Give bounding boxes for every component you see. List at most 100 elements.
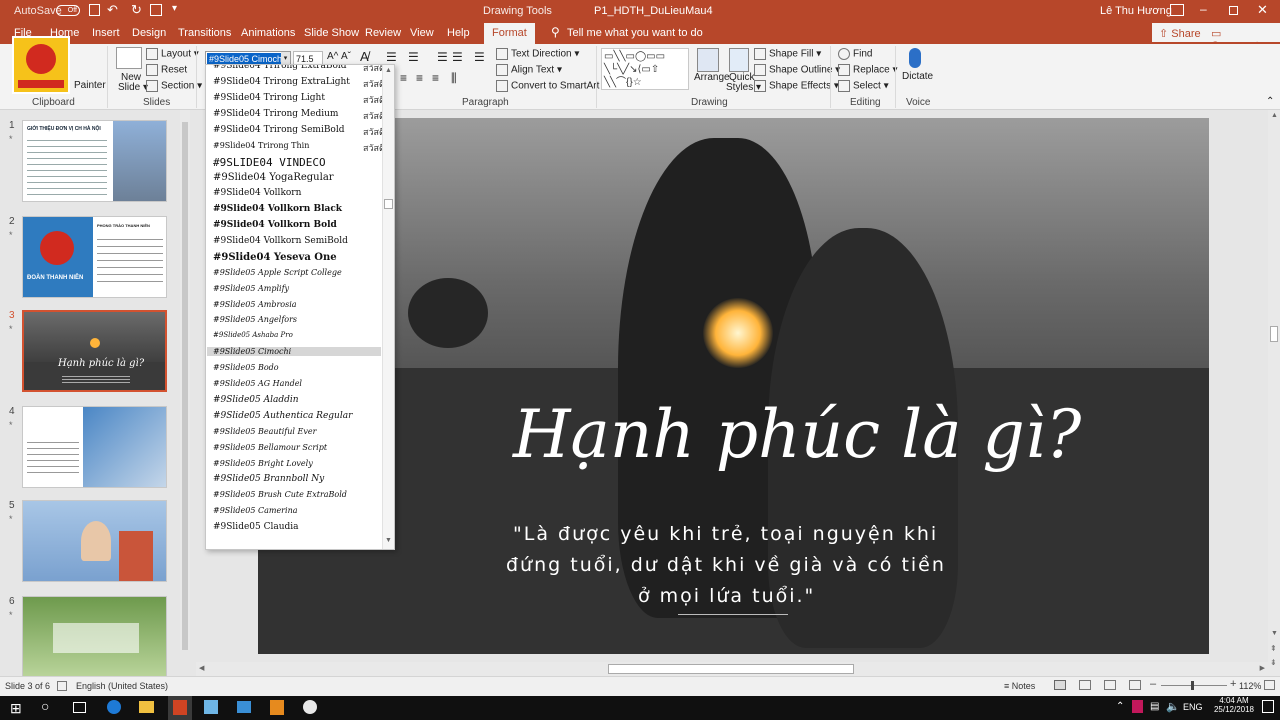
vertical-scrollbar[interactable]: ▲ ▼ ⇞ ⇟: [1268, 110, 1280, 676]
font-list-item[interactable]: #9Slide05 Bodo: [213, 363, 279, 372]
undo-icon[interactable]: ↶: [107, 2, 118, 18]
tab-help[interactable]: Help: [447, 27, 470, 39]
font-list-item[interactable]: #9Slide04 Trirong ExtraLight สวัสดี: [213, 77, 385, 90]
tab-insert[interactable]: Insert: [92, 27, 120, 39]
convert-smartart-button[interactable]: Convert to SmartArt ▾: [496, 80, 607, 92]
file-explorer-icon[interactable]: [139, 701, 154, 713]
zoom-out-icon[interactable]: –: [1150, 678, 1156, 690]
slide-thumbnail-1[interactable]: GIỚI THIỆU ĐƠN VỊ CH HÀ NỘI: [22, 120, 167, 202]
font-list-item[interactable]: #9Slide05 Brush Cute ExtraBold: [213, 490, 347, 499]
close-icon[interactable]: ✕: [1257, 2, 1268, 18]
app-icon[interactable]: [303, 700, 317, 714]
slide[interactable]: Hạnh phúc là gì? "Là được yêu khi trẻ, t…: [258, 118, 1209, 654]
font-list-item[interactable]: #9Slide04 Vollkorn SemiBold: [213, 236, 348, 246]
align-center-icon[interactable]: ≡: [400, 71, 407, 85]
task-view-icon[interactable]: [73, 702, 86, 713]
font-list-item[interactable]: #9Slide04 YogaRegular: [213, 172, 334, 183]
font-list-item[interactable]: #9Slide05 Ashaba Pro: [213, 331, 293, 339]
justify-icon[interactable]: ≡: [432, 71, 439, 85]
scroll-down-icon[interactable]: ▼: [385, 537, 392, 544]
select-button[interactable]: Select ▾: [838, 80, 889, 92]
font-list-item[interactable]: #9Slide05 Authentica Regular: [213, 411, 352, 421]
zoom-level[interactable]: 112%: [1239, 681, 1261, 691]
input-language[interactable]: ENG: [1183, 702, 1203, 712]
slide-sorter-icon[interactable]: [1079, 680, 1091, 690]
slide-thumbnail-6[interactable]: [22, 596, 167, 678]
autosave-toggle[interactable]: Off: [56, 5, 80, 16]
font-list-item[interactable]: #9SLIDE04 VINDECO: [213, 156, 326, 169]
pdf-app-icon[interactable]: [270, 700, 284, 715]
font-list-item[interactable]: #9Slide05 AG Handel: [213, 379, 302, 388]
replace-button[interactable]: Replace ▾: [838, 64, 898, 76]
notifications-icon[interactable]: [1262, 700, 1274, 713]
font-list-item[interactable]: #9Slide04 Trirong Thin สวัสดี: [213, 141, 385, 154]
arrange-icon[interactable]: [697, 48, 719, 72]
decrease-font-icon[interactable]: Aˇ: [341, 51, 351, 62]
tab-transitions[interactable]: Transitions: [178, 27, 231, 39]
tray-app-icon[interactable]: [1132, 700, 1143, 713]
font-list-item[interactable]: #9Slide04 Trirong Medium สวัสดี: [213, 109, 385, 122]
start-from-beginning-icon[interactable]: [150, 4, 162, 16]
zoom-slider-handle[interactable]: [1191, 681, 1194, 690]
font-list-scrollbar[interactable]: ▲ ▼: [382, 65, 394, 549]
vertical-scroll-thumb[interactable]: [1270, 326, 1278, 342]
section-button[interactable]: Section ▾: [146, 80, 202, 92]
format-painter-button[interactable]: Painter: [74, 80, 106, 91]
app-icon[interactable]: [237, 701, 251, 713]
save-icon[interactable]: [89, 4, 100, 16]
powerpoint-taskbar-button[interactable]: [168, 696, 192, 720]
scroll-up-icon[interactable]: ▲: [1271, 112, 1278, 119]
font-list-item[interactable]: #9Slide05 Bright Lovely: [213, 459, 313, 468]
next-slide-icon[interactable]: ⇟: [1270, 658, 1277, 667]
increase-font-icon[interactable]: A^: [327, 51, 338, 62]
slide-title[interactable]: Hạnh phúc là gì?: [513, 396, 1081, 473]
share-button[interactable]: ⇧ Share: [1152, 23, 1208, 42]
scroll-down-icon[interactable]: ▼: [1271, 630, 1278, 637]
font-list-item[interactable]: #9Slide05 Amplify: [213, 284, 289, 293]
app-icon[interactable]: [204, 700, 218, 714]
tab-animations[interactable]: Animations: [241, 27, 295, 39]
fit-to-window-icon[interactable]: [1264, 680, 1275, 690]
thumbnail-scroll-thumb[interactable]: [182, 122, 188, 650]
ribbon-display-options-icon[interactable]: [1170, 4, 1184, 16]
numbering-icon[interactable]: ☰: [408, 50, 419, 64]
shape-fill-button[interactable]: Shape Fill ▾: [754, 48, 821, 60]
comments-button[interactable]: ▭ Comments: [1204, 23, 1280, 52]
font-list-item[interactable]: #9Slide04 Yeseva One: [213, 252, 337, 263]
zoom-slider[interactable]: [1161, 681, 1227, 690]
horizontal-scrollbar[interactable]: ◀ ▶: [196, 662, 1268, 676]
quote-line-3[interactable]: ở mọi lứa tuổi.": [638, 585, 815, 607]
collapse-ribbon-icon[interactable]: ⌃: [1266, 96, 1274, 107]
dictate-button[interactable]: Dictate: [902, 71, 933, 82]
search-icon[interactable]: ○: [41, 698, 49, 714]
font-list-item[interactable]: #9Slide05 Apple Script College: [213, 268, 342, 277]
font-list-item[interactable]: #9Slide05 Bellamour Script: [213, 443, 327, 452]
font-list-item[interactable]: #9Slide05 Cimochi: [207, 347, 381, 357]
horizontal-scroll-thumb[interactable]: [608, 664, 854, 674]
customize-toolbar-icon[interactable]: ▾: [172, 3, 177, 14]
tab-view[interactable]: View: [410, 27, 434, 39]
tab-design[interactable]: Design: [132, 27, 166, 39]
language-status[interactable]: English (United States): [76, 681, 168, 691]
line-spacing-icon[interactable]: ☰: [474, 50, 485, 64]
align-right-icon[interactable]: ≡: [416, 71, 423, 85]
tab-format[interactable]: Format: [484, 23, 535, 44]
normal-view-icon[interactable]: [1054, 680, 1066, 690]
shapes-gallery[interactable]: ▭╲╲▭◯▭▭ ╲└╲╱↘⟨▭⇧ ╲╲⌒{}☆: [601, 48, 689, 90]
zoom-in-icon[interactable]: +: [1230, 678, 1236, 690]
scroll-right-icon[interactable]: ▶: [1260, 664, 1265, 672]
previous-slide-icon[interactable]: ⇞: [1270, 644, 1277, 653]
scroll-up-icon[interactable]: ▲: [385, 67, 392, 74]
tab-slide-show[interactable]: Slide Show: [304, 27, 359, 39]
shape-outline-button[interactable]: Shape Outline ▾: [754, 64, 840, 76]
font-list-item[interactable]: #9Slide05 Aladdin: [213, 395, 299, 405]
minimize-icon[interactable]: –: [1200, 2, 1207, 16]
font-list-item[interactable]: #9Slide05 Claudia: [213, 522, 299, 532]
slide-thumbnail-3[interactable]: Hạnh phúc là gì?: [22, 310, 167, 392]
edge-icon[interactable]: [107, 700, 121, 714]
increase-indent-icon[interactable]: ☰: [452, 50, 463, 64]
font-list-item[interactable]: #9Slide04 Vollkorn Bold: [213, 220, 337, 230]
slide-thumbnail-4[interactable]: [22, 406, 167, 488]
new-slide-label2[interactable]: Slide ▾: [118, 82, 148, 93]
clear-formatting-icon[interactable]: A̸: [360, 49, 369, 64]
